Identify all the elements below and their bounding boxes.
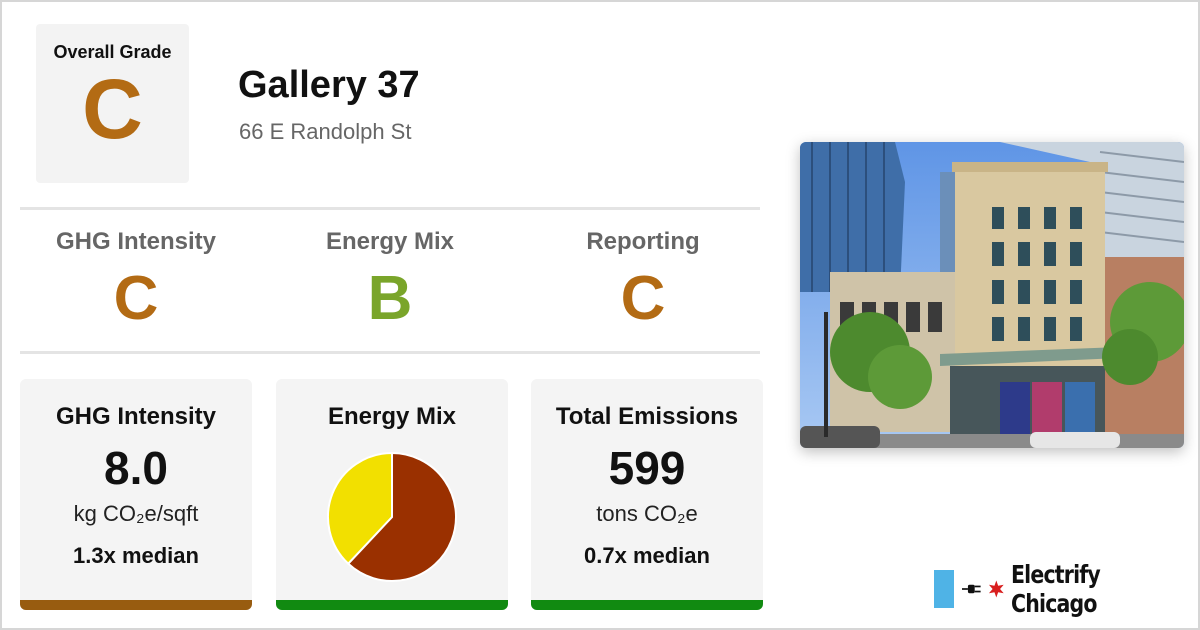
energy-mix-card: Energy Mix bbox=[276, 379, 508, 610]
overall-grade-value: C bbox=[82, 62, 143, 156]
building-photo-illustration bbox=[800, 142, 1184, 448]
subgrade-reporting: Reporting C bbox=[523, 228, 763, 330]
card-unit: tons CO₂e bbox=[596, 501, 698, 526]
card-status-bar bbox=[276, 600, 508, 610]
chicago-star-icon bbox=[988, 580, 1004, 598]
card-unit: kg CO₂e/sqft bbox=[73, 501, 199, 526]
building-name: Gallery 37 bbox=[238, 64, 420, 106]
divider bbox=[20, 207, 760, 210]
energy-mix-pie-chart bbox=[327, 451, 457, 582]
chicago-flag-stripe-icon bbox=[934, 570, 955, 608]
building-address: 66 E Randolph St bbox=[239, 119, 412, 144]
card-title: Total Emissions bbox=[555, 403, 739, 430]
subgrade-label: Energy Mix bbox=[325, 228, 455, 255]
page-frame: Overall Grade C Gallery 37 66 E Randolph… bbox=[0, 0, 1200, 630]
building-photo bbox=[800, 142, 1184, 448]
subgrade-label: Reporting bbox=[586, 228, 700, 255]
electrify-chicago-logo[interactable]: Electrify Chicago bbox=[934, 560, 1198, 618]
overall-grade-box: Overall Grade C bbox=[36, 24, 189, 183]
card-median: 0.7x median bbox=[584, 543, 710, 568]
overall-grade-label: Overall Grade bbox=[53, 42, 172, 62]
subgrade-value: C bbox=[113, 264, 159, 333]
card-title: GHG Intensity bbox=[55, 403, 217, 430]
subgrade-value: C bbox=[620, 264, 666, 333]
card-status-bar bbox=[531, 600, 763, 610]
subgrade-label: GHG Intensity bbox=[55, 228, 217, 255]
ghg-intensity-card: GHG Intensity 8.0 kg CO₂e/sqft 1.3x medi… bbox=[20, 379, 252, 610]
subgrade-energy-mix: Energy Mix B bbox=[270, 228, 510, 330]
plug-icon bbox=[962, 584, 981, 594]
subgrade-ghg-intensity: GHG Intensity C bbox=[16, 228, 256, 330]
brand-name: Electrify Chicago bbox=[1011, 560, 1101, 618]
subgrade-value: B bbox=[367, 264, 413, 333]
card-value: 599 bbox=[608, 442, 686, 494]
total-emissions-card: Total Emissions 599 tons CO₂e 0.7x media… bbox=[531, 379, 763, 610]
card-median: 1.3x median bbox=[73, 543, 199, 568]
divider bbox=[20, 351, 760, 354]
card-title: Energy Mix bbox=[327, 403, 457, 430]
card-value: 8.0 bbox=[104, 442, 168, 494]
card-status-bar bbox=[20, 600, 252, 610]
